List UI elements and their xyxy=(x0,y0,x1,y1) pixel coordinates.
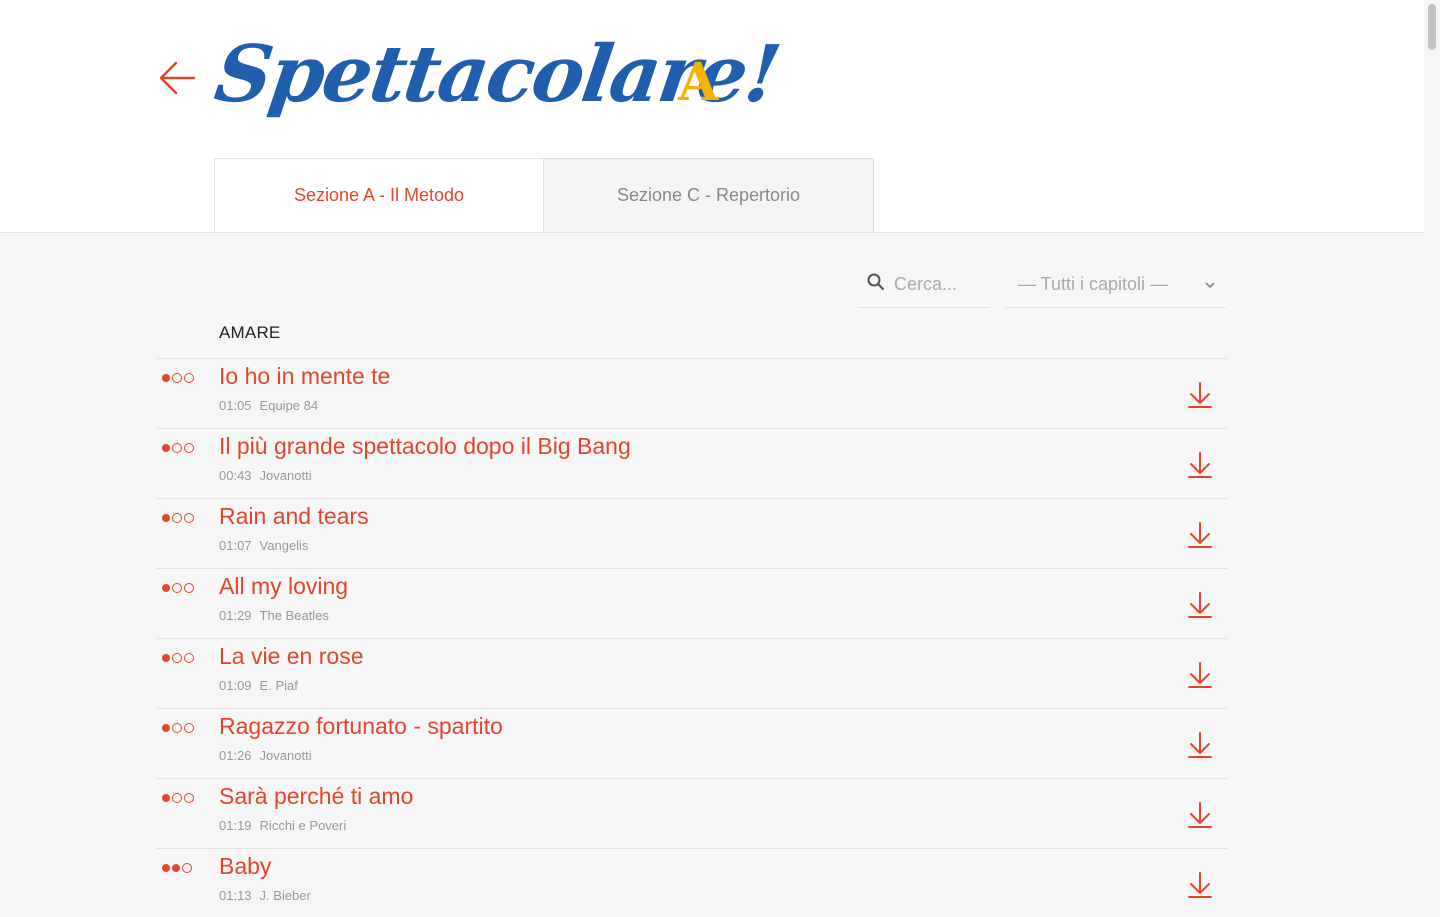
song-row[interactable]: Il più grande spettacolo dopo il Big Ban… xyxy=(156,428,1228,497)
song-artist: Jovanotti xyxy=(259,748,312,763)
song-title[interactable]: Rain and tears xyxy=(219,503,369,530)
song-list: Io ho in mente te 01:05 Equipe 84 Il più … xyxy=(156,358,1228,917)
song-title[interactable]: Sarà perché ti amo xyxy=(219,783,413,810)
search-box[interactable] xyxy=(858,262,992,308)
difficulty-indicator xyxy=(162,583,194,593)
song-title[interactable]: Il più grande spettacolo dopo il Big Ban… xyxy=(219,433,631,460)
song-row[interactable]: Io ho in mente te 01:05 Equipe 84 xyxy=(156,358,1228,427)
search-input[interactable] xyxy=(892,273,992,296)
song-meta: 01:26 Jovanotti xyxy=(219,748,312,763)
song-row[interactable]: Baby 01:13 J. Bieber xyxy=(156,848,1228,917)
song-row[interactable]: Sarà perché ti amo 01:19 Ricchi e Poveri xyxy=(156,778,1228,847)
song-artist: J. Bieber xyxy=(259,888,311,903)
song-title[interactable]: La vie en rose xyxy=(219,643,363,670)
song-duration: 01:13 xyxy=(219,888,252,903)
download-icon[interactable] xyxy=(1184,869,1216,901)
song-duration: 00:43 xyxy=(219,468,252,483)
song-meta: 01:29 The Beatles xyxy=(219,608,329,623)
song-duration: 01:09 xyxy=(219,678,252,693)
song-title[interactable]: Io ho in mente te xyxy=(219,363,390,390)
download-icon[interactable] xyxy=(1184,589,1216,621)
chapter-select-value: — Tutti i capitoli — xyxy=(1018,274,1169,294)
song-duration: 01:26 xyxy=(219,748,252,763)
difficulty-indicator xyxy=(162,793,194,803)
song-row[interactable]: La vie en rose 01:09 E. Piaf xyxy=(156,638,1228,707)
song-artist: The Beatles xyxy=(259,608,329,623)
download-icon[interactable] xyxy=(1184,449,1216,481)
download-icon[interactable] xyxy=(1184,799,1216,831)
difficulty-indicator xyxy=(162,863,192,873)
song-meta: 01:07 Vangelis xyxy=(219,538,308,553)
filters-bar: — Tutti i capitoli — xyxy=(858,262,1226,308)
song-title[interactable]: Ragazzo fortunato - spartito xyxy=(219,713,503,740)
difficulty-indicator xyxy=(162,373,194,383)
song-meta: 01:13 J. Bieber xyxy=(219,888,311,903)
logo-letter: A xyxy=(678,52,719,113)
chevron-down-icon xyxy=(1204,274,1216,295)
download-icon[interactable] xyxy=(1184,659,1216,691)
section-title: AMARE xyxy=(219,323,281,342)
song-title[interactable]: Baby xyxy=(219,853,271,880)
difficulty-indicator xyxy=(162,723,194,733)
song-meta: 01:09 E. Piaf xyxy=(219,678,298,693)
app-header: Spettacolare! A Sezione A - Il Metodo Se… xyxy=(0,0,1424,233)
song-artist: E. Piaf xyxy=(259,678,298,693)
download-icon[interactable] xyxy=(1184,379,1216,411)
song-row[interactable]: All my loving 01:29 The Beatles xyxy=(156,568,1228,637)
song-row[interactable]: Rain and tears 01:07 Vangelis xyxy=(156,498,1228,567)
chapter-select[interactable]: — Tutti i capitoli — xyxy=(1004,262,1226,308)
search-icon xyxy=(866,272,886,297)
tab-sezione-c[interactable]: Sezione C - Repertorio xyxy=(544,158,874,232)
section-tabs: Sezione A - Il Metodo Sezione C - Repert… xyxy=(214,158,874,232)
difficulty-indicator xyxy=(162,513,194,523)
difficulty-indicator xyxy=(162,443,194,453)
tab-sezione-a[interactable]: Sezione A - Il Metodo xyxy=(214,158,544,232)
song-meta: 01:05 Equipe 84 xyxy=(219,398,318,413)
back-arrow-icon[interactable] xyxy=(156,58,200,98)
download-icon[interactable] xyxy=(1184,729,1216,761)
song-duration: 01:29 xyxy=(219,608,252,623)
song-row[interactable]: Ragazzo fortunato - spartito 01:26 Jovano… xyxy=(156,708,1228,777)
download-icon[interactable] xyxy=(1184,519,1216,551)
vertical-scrollbar[interactable] xyxy=(1424,0,1440,900)
song-duration: 01:19 xyxy=(219,818,252,833)
song-artist: Jovanotti xyxy=(259,468,312,483)
song-artist: Equipe 84 xyxy=(259,398,319,413)
song-duration: 01:05 xyxy=(219,398,252,413)
difficulty-indicator xyxy=(162,653,194,663)
song-artist: Vangelis xyxy=(259,538,309,553)
song-duration: 01:07 xyxy=(219,538,252,553)
song-meta: 00:43 Jovanotti xyxy=(219,468,312,483)
song-title[interactable]: All my loving xyxy=(219,573,348,600)
song-meta: 01:19 Ricchi e Poveri xyxy=(219,818,346,833)
song-artist: Ricchi e Poveri xyxy=(259,818,347,833)
scrollbar-thumb[interactable] xyxy=(1428,4,1436,50)
